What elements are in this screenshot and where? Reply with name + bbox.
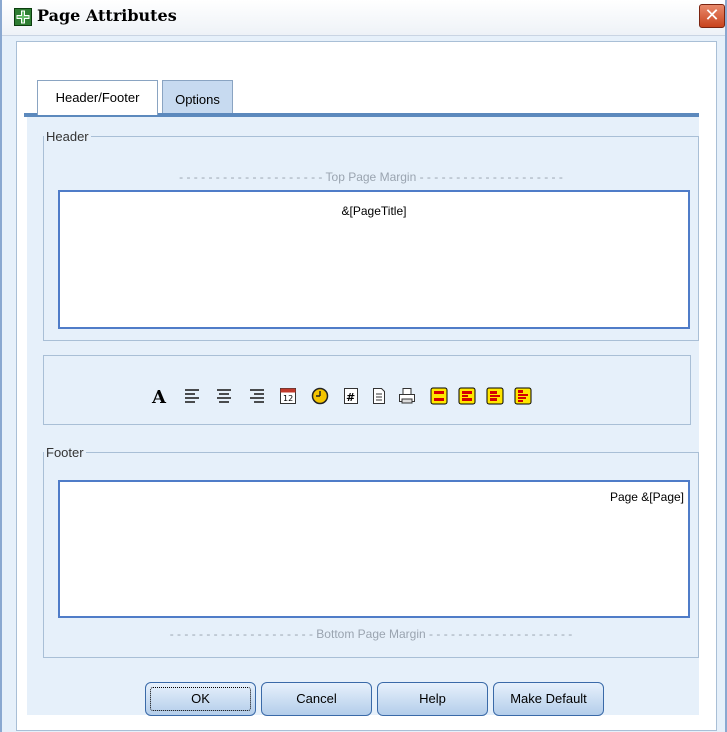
help-button[interactable]: Help	[377, 682, 488, 716]
top-margin-label: - - - - - - - - - - - - - - - - - - - - …	[179, 170, 563, 184]
footer-text: Page &[Page]	[609, 490, 684, 504]
cancel-button-label: Cancel	[296, 691, 337, 706]
date-icon[interactable]: 12	[278, 386, 298, 406]
align-left-icon[interactable]	[182, 386, 202, 406]
header-text: &[PageTitle]	[341, 204, 407, 218]
align-right-icon[interactable]	[247, 386, 267, 406]
print-icon[interactable]	[397, 386, 417, 406]
close-icon: ✕	[704, 5, 720, 26]
make-default-button[interactable]: Make Default	[493, 682, 604, 716]
font-icon[interactable]: A	[149, 386, 169, 406]
ok-button[interactable]: OK	[145, 682, 256, 716]
tab-label: Header/Footer	[55, 90, 140, 105]
header-format-1-icon[interactable]	[429, 386, 449, 406]
focus-indicator	[150, 687, 251, 711]
window-title: Page Attributes	[37, 6, 177, 25]
tab-options[interactable]: Options	[162, 80, 233, 113]
header-format-4-icon[interactable]	[513, 386, 533, 406]
app-icon	[14, 8, 32, 26]
close-button[interactable]: ✕	[699, 4, 725, 28]
header-format-2-icon[interactable]	[457, 386, 477, 406]
footer-group-label: Footer	[44, 445, 86, 460]
align-center-icon[interactable]	[214, 386, 234, 406]
cancel-button[interactable]: Cancel	[261, 682, 372, 716]
bottom-margin-label: - - - - - - - - - - - - - - - - - - - - …	[169, 627, 573, 641]
page-number-icon[interactable]: #	[341, 386, 361, 406]
svg-text:12: 12	[283, 394, 293, 403]
svg-text:A: A	[151, 387, 167, 406]
time-icon[interactable]	[310, 386, 330, 406]
header-group-label: Header	[44, 129, 91, 144]
header-format-3-icon[interactable]	[485, 386, 505, 406]
page-attributes-dialog: Page Attributes ✕ Header/Footer Options …	[0, 0, 727, 732]
footer-text-area[interactable]: Page &[Page]	[58, 480, 690, 618]
make-default-button-label: Make Default	[510, 691, 587, 706]
filename-icon[interactable]	[369, 386, 389, 406]
header-text-area[interactable]: &[PageTitle]	[58, 190, 690, 329]
svg-text:#: #	[346, 391, 355, 404]
header-footer-toolbar: A 12 #	[43, 355, 691, 425]
help-button-label: Help	[419, 691, 446, 706]
tab-header-footer[interactable]: Header/Footer	[37, 80, 158, 115]
tab-label: Options	[175, 92, 220, 107]
title-bar[interactable]: Page Attributes ✕	[2, 0, 725, 36]
